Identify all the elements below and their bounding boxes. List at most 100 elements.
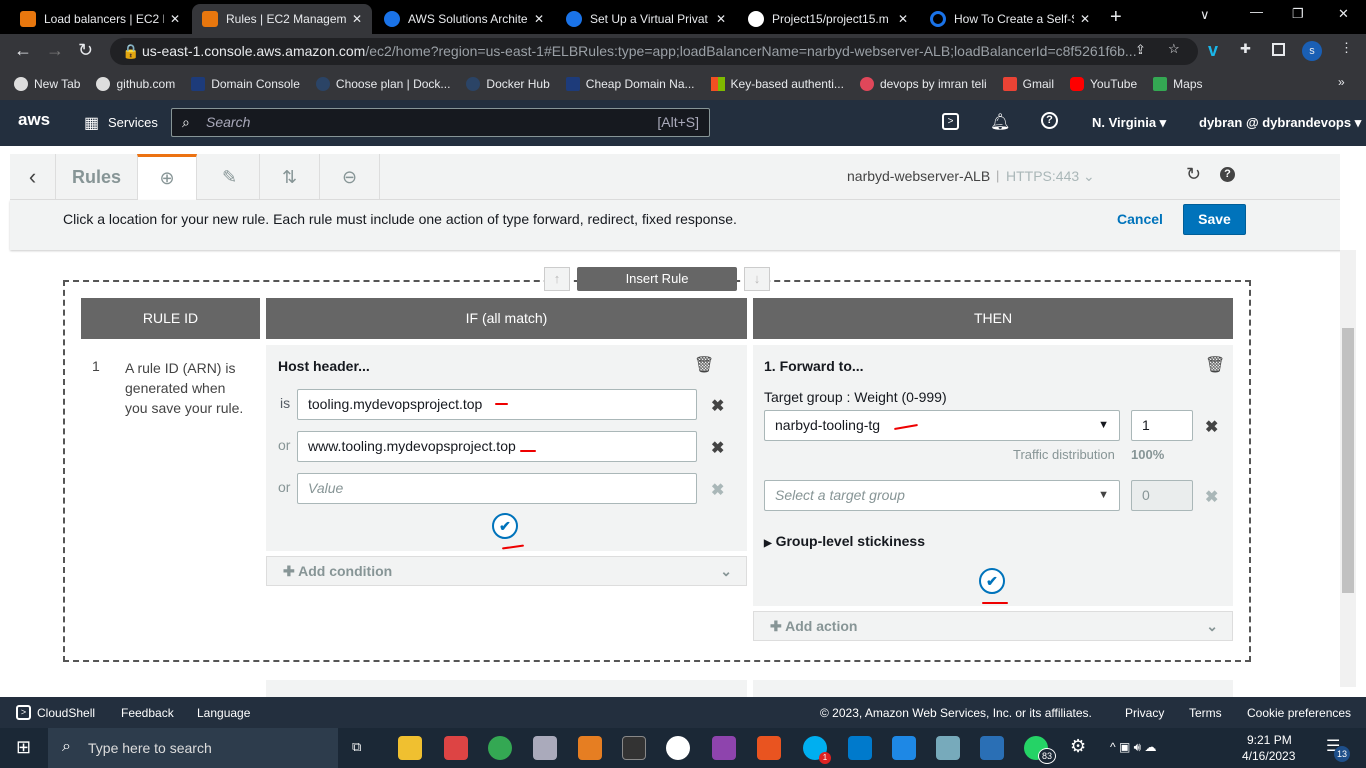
- ubuntu-icon[interactable]: [757, 736, 781, 760]
- language-link[interactable]: Language: [197, 706, 250, 720]
- help-icon[interactable]: ?: [1220, 167, 1235, 182]
- close-tab-icon[interactable]: ✕: [1074, 12, 1090, 26]
- profile-avatar[interactable]: s: [1302, 41, 1322, 61]
- add-condition-button[interactable]: ✚ Add condition ⌄: [266, 556, 747, 586]
- remove-value-icon[interactable]: ✖: [711, 396, 724, 416]
- services-menu[interactable]: Services: [108, 115, 158, 130]
- notifications-bell-icon[interactable]: 🔔︎: [990, 112, 1010, 132]
- move-up-button[interactable]: ↑: [544, 267, 570, 291]
- close-tab-icon[interactable]: ✕: [710, 12, 726, 26]
- windows-start-icon[interactable]: ⊞: [16, 737, 31, 758]
- slack-icon[interactable]: [666, 736, 690, 760]
- bookmark[interactable]: Gmail: [1002, 77, 1054, 91]
- tab-aws-solutions[interactable]: AWS Solutions Archite ✕: [374, 4, 554, 34]
- share-icon[interactable]: ⇪: [1135, 42, 1146, 58]
- skype-icon[interactable]: 1: [803, 736, 831, 764]
- cloudshell-icon[interactable]: >: [942, 113, 959, 130]
- url-input[interactable]: 🔒 us-east-1.console.aws.amazon.com/ec2/ho…: [110, 38, 1198, 65]
- clock-time[interactable]: 9:21 PM: [1247, 733, 1292, 747]
- trash-icon[interactable]: 🗑︎: [694, 355, 714, 375]
- close-tab-icon[interactable]: ✕: [164, 12, 180, 26]
- bookmark[interactable]: github.com: [96, 77, 175, 91]
- listener-selector[interactable]: HTTPS:443 ⌄: [1006, 168, 1095, 185]
- chrome-icon[interactable]: [488, 736, 512, 760]
- tab-load-balancers[interactable]: Load balancers | EC2 M ✕: [10, 4, 190, 34]
- weight-input[interactable]: 0: [1131, 480, 1193, 511]
- tray-icons[interactable]: ^ ▣ 🔊︎ ☁: [1110, 740, 1157, 755]
- restore-button[interactable]: ❐: [1292, 6, 1304, 22]
- bookmark[interactable]: Maps: [1153, 77, 1203, 91]
- region-selector[interactable]: N. Virginia ▾: [1092, 115, 1166, 131]
- remove-target-icon[interactable]: ✖: [1205, 417, 1218, 437]
- side-panel-icon[interactable]: [1272, 43, 1285, 56]
- trash-icon[interactable]: 🗑︎: [1205, 355, 1225, 375]
- edit-rule-button[interactable]: ✎: [200, 154, 260, 200]
- menu-icon[interactable]: ⋮: [1340, 40, 1353, 56]
- group-stickiness-toggle[interactable]: ▶ Group-level stickiness: [764, 533, 925, 549]
- cloudshell-link[interactable]: CloudShell: [37, 706, 95, 720]
- refresh-icon[interactable]: ↻: [1186, 164, 1201, 185]
- weight-input[interactable]: 1: [1131, 410, 1193, 441]
- media-player-icon[interactable]: [578, 736, 602, 760]
- tab-search-icon[interactable]: ∨: [1200, 7, 1210, 23]
- bookmark-star-icon[interactable]: ☆: [1168, 41, 1180, 57]
- add-rule-button[interactable]: ⊕: [137, 154, 197, 200]
- new-tab-button[interactable]: +: [1110, 6, 1122, 29]
- file-explorer-icon[interactable]: [398, 736, 422, 760]
- help-icon[interactable]: ?: [1041, 112, 1058, 129]
- photos-icon[interactable]: [980, 736, 1004, 760]
- reload-icon[interactable]: ↻: [78, 40, 93, 61]
- close-window-button[interactable]: ✕: [1338, 6, 1349, 22]
- vscode-icon[interactable]: [848, 736, 872, 760]
- bookmark[interactable]: Domain Console: [191, 77, 300, 91]
- whatsapp-icon[interactable]: 83: [1024, 736, 1056, 764]
- aws-logo[interactable]: aws: [18, 110, 50, 130]
- host-value-input[interactable]: Value: [297, 473, 697, 504]
- add-action-button[interactable]: ✚ Add action ⌄: [753, 611, 1233, 641]
- extensions-icon[interactable]: ✚: [1240, 41, 1251, 57]
- tab-self-hosted[interactable]: How To Create a Self-S ✕: [920, 4, 1100, 34]
- back-button[interactable]: ‹: [10, 154, 56, 200]
- app-icon[interactable]: [444, 736, 468, 760]
- tab-virtual-private[interactable]: Set Up a Virtual Privat ✕: [556, 4, 736, 34]
- close-tab-icon[interactable]: ✕: [346, 12, 362, 26]
- confirm-condition-button[interactable]: ✔: [492, 513, 518, 539]
- page-scrollbar[interactable]: [1340, 250, 1356, 687]
- remove-target-icon[interactable]: ✖: [1205, 487, 1218, 507]
- confirm-action-button[interactable]: ✔: [979, 568, 1005, 594]
- terminal-icon[interactable]: [622, 736, 646, 760]
- remove-value-icon[interactable]: ✖: [711, 438, 724, 458]
- app-icon[interactable]: [936, 736, 960, 760]
- bookmark[interactable]: Docker Hub: [466, 77, 550, 91]
- close-tab-icon[interactable]: ✕: [892, 12, 908, 26]
- taskbar-search[interactable]: ⌕ Type here to search: [48, 728, 338, 768]
- bookmark[interactable]: New Tab: [14, 77, 80, 91]
- forward-icon[interactable]: →: [46, 40, 64, 61]
- cookie-preferences-link[interactable]: Cookie preferences: [1247, 706, 1351, 720]
- save-button[interactable]: Save: [1183, 204, 1246, 235]
- vimeo-extension-icon[interactable]: v: [1208, 40, 1218, 61]
- back-icon[interactable]: ←: [14, 40, 32, 61]
- search-input[interactable]: ⌕ Search [Alt+S]: [171, 108, 710, 137]
- privacy-link[interactable]: Privacy: [1125, 706, 1164, 720]
- app-icon[interactable]: [892, 736, 916, 760]
- services-grid-icon[interactable]: ▦: [84, 113, 99, 133]
- bookmark[interactable]: Key-based authenti...: [710, 77, 844, 91]
- minimize-button[interactable]: —: [1250, 4, 1263, 19]
- bookmark[interactable]: Cheap Domain Na...: [565, 77, 695, 91]
- app-icon[interactable]: [533, 736, 557, 760]
- delete-rule-button[interactable]: ⊖: [320, 154, 380, 200]
- cancel-button[interactable]: Cancel: [1117, 211, 1163, 227]
- bookmark[interactable]: Choose plan | Dock...: [315, 77, 450, 91]
- close-tab-icon[interactable]: ✕: [528, 12, 544, 26]
- account-menu[interactable]: dybran @ dybrandevops ▾: [1199, 115, 1361, 131]
- bookmark[interactable]: devops by imran teli: [859, 77, 987, 91]
- tab-project15[interactable]: Project15/project15.m ✕: [738, 4, 918, 34]
- more-bookmarks-icon[interactable]: »: [1338, 75, 1345, 89]
- tab-rules[interactable]: Rules | EC2 Manageme ✕: [192, 4, 372, 34]
- target-group-select[interactable]: Select a target group ▼: [764, 480, 1120, 511]
- target-group-select[interactable]: narbyd-tooling-tg ▼: [764, 410, 1120, 441]
- bookmark[interactable]: YouTube: [1070, 77, 1137, 91]
- clock-date[interactable]: 4/16/2023: [1242, 749, 1295, 763]
- terms-link[interactable]: Terms: [1189, 706, 1222, 720]
